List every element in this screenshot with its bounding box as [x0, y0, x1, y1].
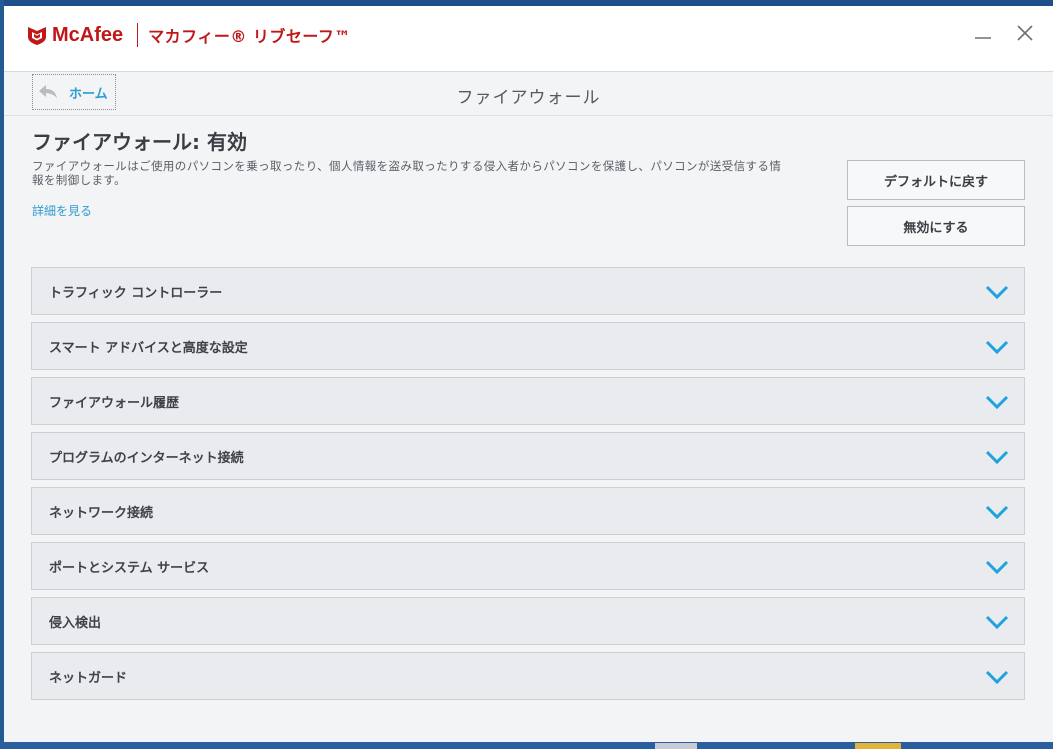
product-name: マカフィー® リブセーフ™ — [148, 27, 351, 46]
section-program-connections[interactable]: プログラムのインターネット接続 — [31, 432, 1025, 480]
close-button[interactable] — [1010, 18, 1040, 48]
title-bar: McAfee マカフィー® リブセーフ™ — [4, 6, 1053, 72]
section-label: ポートとシステム サービス — [49, 560, 210, 576]
mcafee-shield-icon — [28, 27, 46, 45]
firewall-status-heading: ファイアウォール: 有効 — [32, 130, 247, 154]
brand-name: McAfee — [52, 23, 124, 46]
chevron-down-icon — [985, 560, 1009, 575]
chevron-down-icon — [985, 340, 1009, 355]
section-intrusion-detection[interactable]: 侵入検出 — [31, 597, 1025, 645]
section-smart-advice[interactable]: スマート アドバイスと高度な設定 — [31, 322, 1025, 370]
learn-more-link[interactable]: 詳細を見る — [32, 202, 92, 219]
disable-firewall-button[interactable]: 無効にする — [847, 206, 1025, 246]
section-net-guard[interactable]: ネットガード — [31, 652, 1025, 700]
taskbar-item — [655, 743, 697, 749]
section-label: ネットガード — [49, 670, 128, 686]
section-label: ファイアウォール履歴 — [49, 395, 180, 411]
section-label: ネットワーク接続 — [49, 505, 154, 521]
restore-default-button[interactable]: デフォルトに戻す — [847, 160, 1025, 200]
section-network-connections[interactable]: ネットワーク接続 — [31, 487, 1025, 535]
firewall-description: ファイアウォールはご使用のパソコンを乗っ取ったり、個人情報を盗み取ったりする侵入… — [32, 159, 782, 187]
section-ports-services[interactable]: ポートとシステム サービス — [31, 542, 1025, 590]
section-label: スマート アドバイスと高度な設定 — [49, 340, 248, 356]
chevron-down-icon — [985, 395, 1009, 410]
section-label: トラフィック コントローラー — [49, 285, 223, 301]
brand-divider — [137, 23, 139, 47]
minimize-button[interactable] — [968, 18, 998, 48]
close-icon — [1017, 25, 1033, 41]
chevron-down-icon — [985, 670, 1009, 685]
chevron-down-icon — [985, 615, 1009, 630]
chevron-down-icon — [985, 505, 1009, 520]
section-label: 侵入検出 — [49, 615, 102, 631]
section-firewall-history[interactable]: ファイアウォール履歴 — [31, 377, 1025, 425]
page-title: ファイアウォール — [456, 88, 601, 108]
brand-logo: McAfee マカフィー® リブセーフ™ — [26, 22, 351, 48]
section-label: プログラムのインターネット接続 — [49, 450, 244, 466]
app-window: McAfee マカフィー® リブセーフ™ ホーム ファイアウォール ファイアウォ… — [4, 6, 1053, 742]
chevron-down-icon — [985, 285, 1009, 300]
taskbar-item — [855, 743, 901, 749]
section-traffic-controller[interactable]: トラフィック コントローラー — [31, 267, 1025, 315]
minimize-icon — [975, 37, 991, 39]
navigation-bar: ホーム ファイアウォール — [4, 71, 1053, 116]
chevron-down-icon — [985, 450, 1009, 465]
